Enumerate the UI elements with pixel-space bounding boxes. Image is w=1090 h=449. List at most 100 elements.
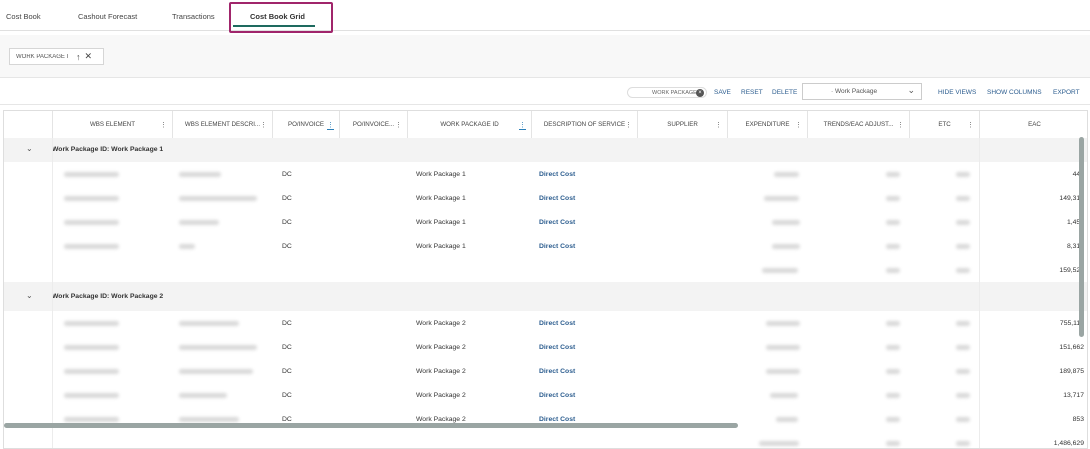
eac-cell: 1,452 [1066, 218, 1084, 226]
column-menu-icon[interactable]: ⋮ [519, 121, 526, 130]
etc-cell [956, 162, 970, 186]
table-row[interactable]: DC Work Package 1 Direct Cost 8,319 [4, 234, 1087, 259]
column-header-etc[interactable]: ETC ⋮ [909, 111, 979, 138]
expenditure-cell [766, 311, 800, 335]
description-link[interactable]: Direct Cost [539, 383, 575, 407]
export-button[interactable]: EXPORT [1053, 89, 1080, 96]
close-icon[interactable]: ✕ [85, 51, 93, 62]
cost-book-grid: WBS ELEMENT ⋮ WBS ELEMENT DESCRI... ⋮ PO/I… [3, 110, 1088, 449]
column-label: PO/INVOICE... [352, 121, 395, 128]
vertical-scrollbar[interactable] [1079, 137, 1084, 337]
work-package-filter-pill[interactable]: WORK PACKAGE × [627, 87, 707, 98]
column-header-wbs-description[interactable]: WBS ELEMENT DESCRI... ⋮ [172, 111, 272, 138]
column-label: WBS ELEMENT DESCRI... [184, 121, 261, 128]
work-package-cell: Work Package 2 [416, 343, 466, 351]
sort-up-icon[interactable]: ↑ [76, 52, 81, 62]
trends-cell [886, 383, 900, 407]
column-header-eac[interactable]: EAC [979, 111, 1087, 138]
column-menu-icon[interactable]: ⋮ [160, 121, 167, 129]
eac-cell: 151,662 [1059, 343, 1084, 351]
trends-cell [886, 335, 900, 359]
wbs-element-cell [64, 311, 119, 335]
column-menu-icon[interactable]: ⋮ [625, 121, 632, 129]
table-row[interactable]: DC Work Package 1 Direct Cost 149,313 [4, 186, 1087, 211]
hide-views-button[interactable]: HIDE VIEWS [938, 89, 976, 96]
table-row[interactable]: DC Work Package 2 Direct Cost 13,717 [4, 383, 1087, 408]
group-row-work-package-1[interactable]: ⌄ Work Package ID: Work Package 1 [4, 138, 1087, 163]
expenditure-cell [772, 234, 800, 258]
view-select[interactable]: · Work Package ⌄ [802, 83, 922, 100]
horizontal-scrollbar[interactable] [4, 423, 738, 428]
eac-cell: 149,313 [1059, 194, 1084, 202]
row-group-panel: WORK PACKAGE ID ↑ ✕ [0, 35, 1090, 78]
column-label: SUPPLIER [667, 121, 698, 128]
column-header-po-invoice[interactable]: PO/INVOICE ⋮ [272, 111, 339, 138]
etc-cell [956, 186, 970, 210]
wbs-element-cell [64, 162, 119, 186]
eac-total-cell: 159,524 [1059, 266, 1084, 274]
column-menu-icon[interactable]: ⋮ [795, 121, 802, 129]
etc-cell [956, 311, 970, 335]
save-button[interactable]: SAVE [714, 89, 731, 96]
etc-total-cell [956, 431, 970, 448]
po-invoice-cell: DC [282, 391, 292, 399]
work-package-cell: Work Package 2 [416, 319, 466, 327]
tab-cost-book[interactable]: Cost Book [6, 12, 41, 21]
table-row[interactable]: DC Work Package 1 Direct Cost 1,452 [4, 210, 1087, 235]
trends-cell [886, 234, 900, 258]
po-invoice-cell: DC [282, 319, 292, 327]
table-row[interactable]: DC Work Package 2 Direct Cost 151,662 [4, 335, 1087, 360]
column-header-wbs-element[interactable]: WBS ELEMENT ⋮ [52, 111, 172, 138]
etc-cell [956, 335, 970, 359]
column-header-expenditure[interactable]: EXPENDITURE ⋮ [727, 111, 807, 138]
po-invoice-cell: DC [282, 367, 292, 375]
chevron-down-icon[interactable]: ⌄ [26, 144, 33, 153]
header-expand-column [4, 111, 52, 138]
table-row[interactable]: DC Work Package 2 Direct Cost 755,113 [4, 311, 1087, 336]
column-menu-icon[interactable]: ⋮ [897, 121, 904, 129]
delete-button[interactable]: DELETE [772, 89, 797, 96]
description-link[interactable]: Direct Cost [539, 186, 575, 210]
group-chip[interactable]: WORK PACKAGE ID ↑ ✕ [9, 48, 104, 65]
column-header-work-package-id[interactable]: WORK PACKAGE ID ⋮ [407, 111, 531, 138]
eac-cell: 13,717 [1063, 391, 1084, 399]
column-label: EAC [1028, 121, 1041, 128]
close-icon[interactable]: × [696, 89, 704, 97]
column-header-po-invoice-2[interactable]: PO/INVOICE... ⋮ [339, 111, 407, 138]
column-menu-icon[interactable]: ⋮ [395, 121, 402, 129]
group-row-work-package-2[interactable]: ⌄ Work Package ID: Work Package 2 [4, 282, 1087, 312]
column-menu-icon[interactable]: ⋮ [715, 121, 722, 129]
show-columns-button[interactable]: SHOW COLUMNS [987, 89, 1042, 96]
etc-total-cell [956, 258, 970, 282]
column-header-trends-eac[interactable]: TRENDS/EAC ADJUST... ⋮ [807, 111, 909, 138]
wbs-element-cell [64, 383, 119, 407]
column-menu-icon[interactable]: ⋮ [327, 121, 334, 130]
table-row[interactable]: DC Work Package 1 Direct Cost 440 [4, 162, 1087, 187]
table-row[interactable]: DC Work Package 2 Direct Cost 189,875 [4, 359, 1087, 384]
po-invoice-cell: DC [282, 170, 292, 178]
expenditure-total-cell [762, 258, 798, 282]
description-link[interactable]: Direct Cost [539, 311, 575, 335]
description-link[interactable]: Direct Cost [539, 210, 575, 234]
description-link[interactable]: Direct Cost [539, 359, 575, 383]
chevron-down-icon[interactable]: ⌄ [26, 291, 33, 300]
po-invoice-cell: DC [282, 218, 292, 226]
description-link[interactable]: Direct Cost [539, 162, 575, 186]
description-link[interactable]: Direct Cost [539, 335, 575, 359]
description-link[interactable]: Direct Cost [539, 234, 575, 258]
group-label: Work Package ID: Work Package 1 [52, 146, 164, 153]
etc-cell [956, 234, 970, 258]
po-invoice-cell: DC [282, 194, 292, 202]
table-row[interactable]: DC Work Package 2 Direct Cost 853 [4, 407, 1087, 432]
column-menu-icon[interactable]: ⋮ [967, 121, 974, 129]
tab-cashout-forecast[interactable]: Cashout Forecast [78, 12, 137, 21]
column-label: TRENDS/EAC ADJUST... [823, 121, 894, 128]
eac-cell: 440 [994, 162, 1084, 186]
reset-button[interactable]: RESET [741, 89, 763, 96]
column-header-description-of-service[interactable]: DESCRIPTION OF SERVICE ⋮ [531, 111, 637, 138]
etc-cell [956, 210, 970, 234]
wbs-description-cell [179, 234, 195, 258]
column-menu-icon[interactable]: ⋮ [260, 121, 267, 129]
column-header-supplier[interactable]: SUPPLIER ⋮ [637, 111, 727, 138]
tab-transactions[interactable]: Transactions [172, 12, 215, 21]
